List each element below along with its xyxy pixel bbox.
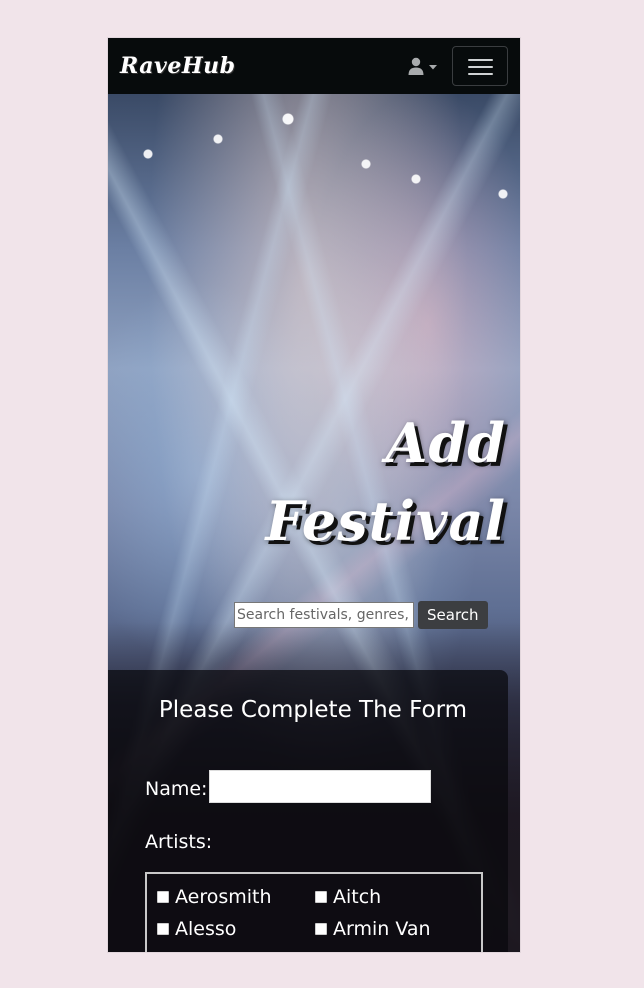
artist-label: Alesso bbox=[175, 918, 237, 940]
artist-label: Aerosmith bbox=[175, 886, 272, 908]
name-input[interactable] bbox=[209, 770, 431, 803]
navbar: RaveHub bbox=[108, 38, 520, 94]
user-icon bbox=[408, 57, 437, 75]
page-title-line-2: Festival bbox=[265, 489, 506, 553]
artist-option-armin-van[interactable]: Armin Van bbox=[315, 918, 431, 940]
search-bar: Search bbox=[234, 601, 488, 629]
app-frame: RaveHub Add Festival Search Please Compl… bbox=[108, 38, 520, 952]
artist-option-alesso[interactable]: Alesso bbox=[157, 918, 236, 940]
artists-label: Artists: bbox=[145, 831, 213, 853]
add-festival-form: Please Complete The Form Name: Artists: … bbox=[108, 670, 508, 952]
search-button[interactable]: Search bbox=[418, 601, 488, 629]
checkbox[interactable] bbox=[315, 923, 327, 935]
artist-option-aerosmith[interactable]: Aerosmith bbox=[157, 886, 272, 908]
hamburger-menu-icon bbox=[468, 59, 493, 61]
page-title-line-1: Add bbox=[385, 411, 506, 475]
page-title: Add Festival bbox=[206, 404, 506, 560]
search-input[interactable] bbox=[234, 602, 414, 628]
artist-label: Aitch bbox=[333, 886, 382, 908]
checkbox[interactable] bbox=[157, 891, 169, 903]
caret-down-icon bbox=[429, 65, 437, 70]
form-title: Please Complete The Form bbox=[158, 697, 468, 723]
brand-logo[interactable]: RaveHub bbox=[120, 53, 236, 79]
hamburger-menu-button[interactable] bbox=[452, 46, 508, 86]
artist-label: Armin Van bbox=[333, 918, 431, 940]
checkbox[interactable] bbox=[315, 891, 327, 903]
artist-option-aitch[interactable]: Aitch bbox=[315, 886, 381, 908]
checkbox[interactable] bbox=[157, 923, 169, 935]
artists-checkbox-list: Aerosmith Aitch Alesso Armin Van bbox=[145, 872, 483, 952]
user-menu-toggle[interactable] bbox=[406, 56, 442, 78]
name-label: Name: bbox=[145, 778, 208, 800]
